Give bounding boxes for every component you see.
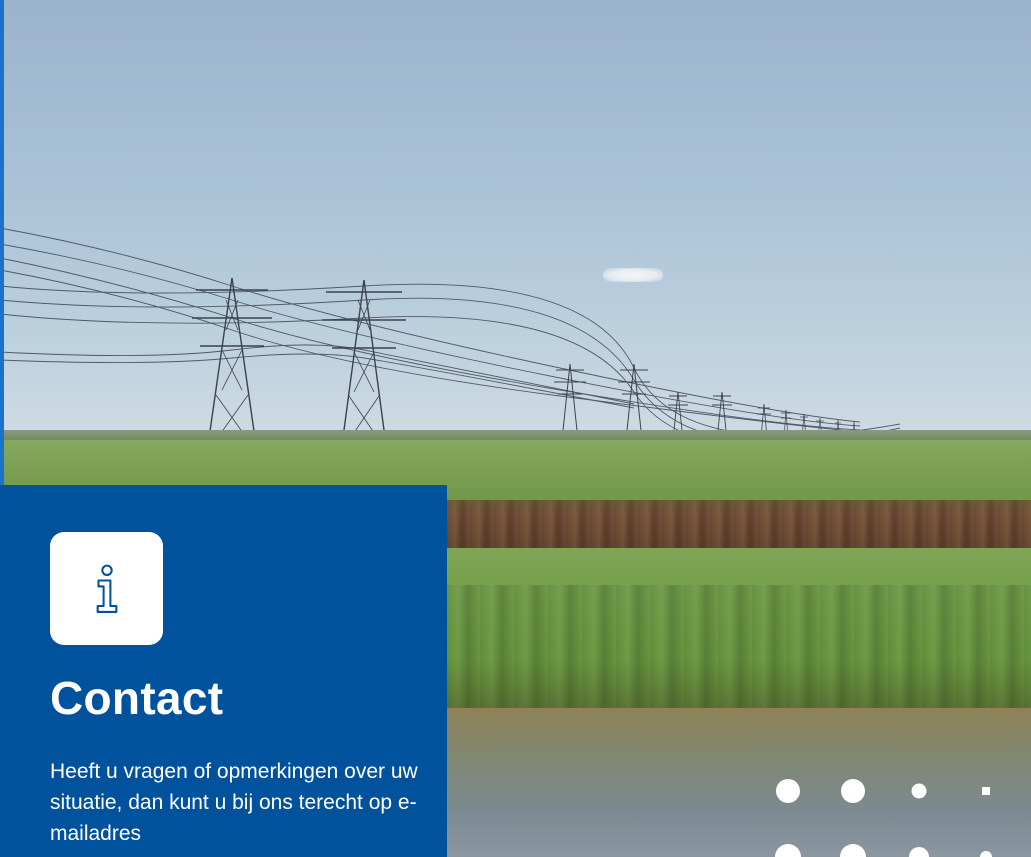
dot (841, 779, 865, 803)
contact-body-text: Heeft u vragen of opmerkingen over uw si… (50, 760, 418, 845)
dot (980, 851, 992, 857)
dot (840, 844, 866, 857)
info-icon (96, 564, 117, 613)
contact-panel: Contact Heeft u vragen of opmerkingen ov… (0, 485, 447, 857)
pylon (322, 279, 406, 446)
pylon (192, 277, 272, 446)
dot (776, 779, 800, 803)
grass-field-near (446, 548, 1031, 588)
decorative-dots (775, 779, 992, 857)
dot (775, 844, 801, 857)
power-pylons-illustration (0, 227, 901, 449)
dot (982, 787, 990, 795)
accent-edge-bar (0, 0, 4, 485)
dot (909, 847, 929, 857)
brochure-page: Contact Heeft u vragen of opmerkingen ov… (0, 0, 1031, 857)
info-icon-box (50, 532, 163, 645)
pylon (554, 363, 586, 441)
dot (911, 783, 927, 799)
contact-title: Contact (50, 672, 224, 724)
soil-strip (446, 500, 1031, 552)
ditch-bank (446, 585, 1031, 710)
